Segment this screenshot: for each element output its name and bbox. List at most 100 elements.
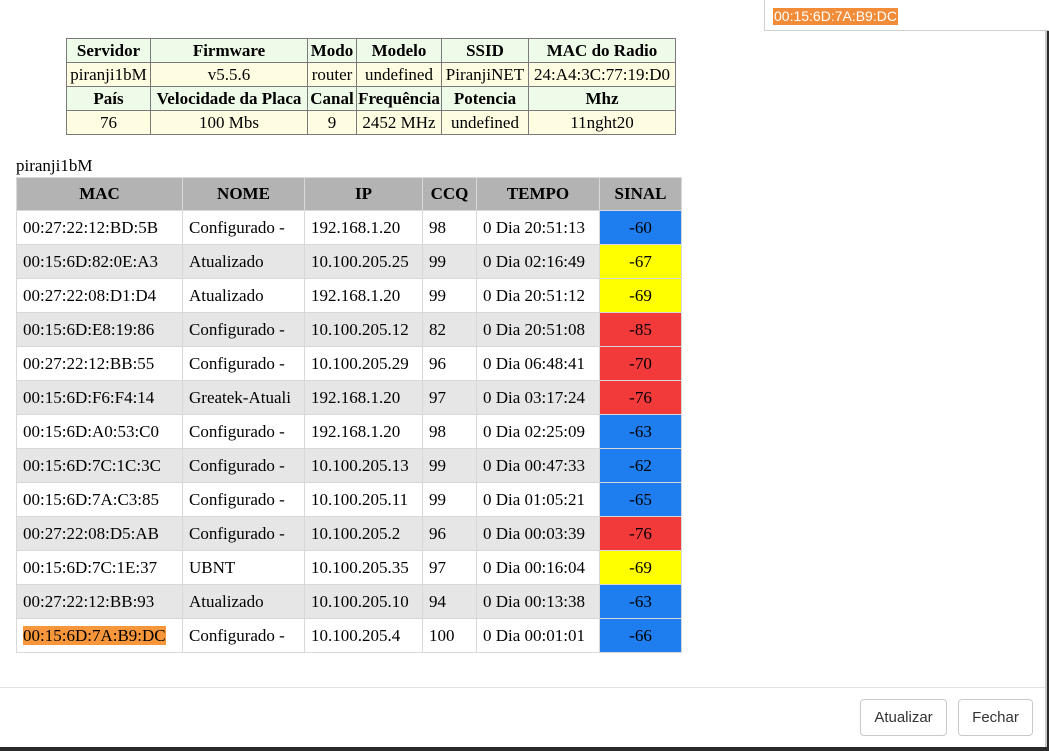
cell-mac: 00:27:22:12:BD:5B — [16, 210, 183, 245]
cell-tempo: 0 Dia 00:47:33 — [476, 448, 600, 483]
cell-mac: 00:27:22:12:BB:93 — [16, 584, 183, 619]
info-value: 100 Mbs — [150, 110, 308, 135]
cell-ip: 192.168.1.20 — [304, 278, 423, 313]
cell-ccq: 100 — [422, 618, 477, 653]
info-value: 76 — [66, 110, 151, 135]
info-header: Mhz — [528, 86, 676, 111]
info-header-row: Servidor Firmware Modo Modelo SSID MAC d… — [66, 38, 676, 63]
column-header-ccq: CCQ — [422, 177, 477, 211]
column-header-ip: IP — [304, 177, 423, 211]
cell-nome: Configurado - — [182, 618, 305, 653]
cell-mac: 00:15:6D:7C:1C:3C — [16, 448, 183, 483]
cell-mac: 00:15:6D:E8:19:86 — [16, 312, 183, 347]
cell-ccq: 98 — [422, 414, 477, 449]
cell-ccq: 99 — [422, 278, 477, 313]
cell-ip: 10.100.205.4 — [304, 618, 423, 653]
info-value: piranji1bM — [66, 62, 151, 87]
info-value: 24:A4:3C:77:19:D0 — [528, 62, 676, 87]
column-header-mac: MAC — [16, 177, 183, 211]
cell-mac: 00:15:6D:82:0E:A3 — [16, 244, 183, 279]
cell-ccq: 96 — [422, 346, 477, 381]
column-header-tempo: TEMPO — [476, 177, 600, 211]
cell-ccq: 94 — [422, 584, 477, 619]
info-value-row: 76 100 Mbs 9 2452 MHz undefined 11nght20 — [66, 110, 676, 135]
cell-ip: 192.168.1.20 — [304, 210, 423, 245]
info-header-row: País Velocidade da Placa Canal Frequênci… — [66, 86, 676, 111]
cell-sinal: -60 — [599, 210, 682, 245]
info-value: undefined — [441, 110, 529, 135]
cell-tempo: 0 Dia 01:05:21 — [476, 482, 600, 517]
info-value: 11nght20 — [528, 110, 676, 135]
cell-ip: 192.168.1.20 — [304, 380, 423, 415]
cell-nome: Configurado - — [182, 516, 305, 551]
server-info-table: Servidor Firmware Modo Modelo SSID MAC d… — [66, 38, 676, 135]
cell-ip: 10.100.205.2 — [304, 516, 423, 551]
info-value: v5.5.6 — [150, 62, 308, 87]
cell-nome: Configurado - — [182, 414, 305, 449]
cell-ip: 10.100.205.10 — [304, 584, 423, 619]
cell-ccq: 99 — [422, 244, 477, 279]
cell-nome: Configurado - — [182, 346, 305, 381]
table-row: 00:27:22:08:D1:D4 Atualizado 192.168.1.20 9… — [16, 278, 682, 313]
server-name-label: piranji1bM — [16, 156, 93, 175]
cell-sinal: -85 — [599, 312, 682, 347]
cell-ccq: 97 — [422, 550, 477, 585]
table-row: 00:15:6D:7C:1E:37 UBNT 10.100.205.35 97 0 Di… — [16, 550, 682, 585]
info-header: País — [66, 86, 151, 111]
close-button[interactable]: Fechar — [958, 699, 1033, 736]
cell-sinal: -76 — [599, 380, 682, 415]
info-header: MAC do Radio — [528, 38, 676, 63]
column-header-sinal: SINAL — [599, 177, 682, 211]
table-row: 00:27:22:12:BB:55 Configurado -10.100.205… — [16, 346, 682, 381]
cell-tempo: 0 Dia 03:17:24 — [476, 380, 600, 415]
cell-mac: 00:15:6D:A0:53:C0 — [16, 414, 183, 449]
find-bar[interactable]: 00:15:6D:7A:B9:DC — [764, 0, 1049, 31]
info-header: Potencia — [441, 86, 529, 111]
table-row: 00:15:6D:82:0E:A3 Atualizado 10.100.205.25… — [16, 244, 682, 279]
cell-ccq: 97 — [422, 380, 477, 415]
cell-ip: 192.168.1.20 — [304, 414, 423, 449]
table-row: 00:15:6D:F6:F4:14 Greatek-Atuali 192.168.1… — [16, 380, 682, 415]
footer-divider — [0, 687, 1045, 688]
cell-mac: 00:15:6D:F6:F4:14 — [16, 380, 183, 415]
cell-nome: Configurado - — [182, 482, 305, 517]
info-value: undefined — [356, 62, 442, 87]
find-input[interactable]: 00:15:6D:7A:B9:DC — [773, 8, 898, 25]
clients-table-body: 00:27:22:12:BD:5B Configurado -192.168.1.… — [16, 210, 682, 653]
cell-ip: 10.100.205.29 — [304, 346, 423, 381]
cell-sinal: -70 — [599, 346, 682, 381]
info-header: Firmware — [150, 38, 308, 63]
cell-ccq: 99 — [422, 482, 477, 517]
cell-mac: 00:27:22:08:D1:D4 — [16, 278, 183, 313]
cell-ip: 10.100.205.13 — [304, 448, 423, 483]
table-row: 00:27:22:12:BB:93 Atualizado 10.100.205.10… — [16, 584, 682, 619]
refresh-button[interactable]: Atualizar — [860, 699, 947, 736]
cell-ccq: 82 — [422, 312, 477, 347]
cell-mac: 00:27:22:12:BB:55 — [16, 346, 183, 381]
cell-mac: 00:27:22:08:D5:AB — [16, 516, 183, 551]
cell-ip: 10.100.205.12 — [304, 312, 423, 347]
cell-ip: 10.100.205.11 — [304, 482, 423, 517]
cell-sinal: -76 — [599, 516, 682, 551]
cell-tempo: 0 Dia 02:25:09 — [476, 414, 600, 449]
cell-nome: Atualizado — [182, 278, 305, 313]
info-header: Servidor — [66, 38, 151, 63]
cell-sinal: -69 — [599, 550, 682, 585]
cell-mac: 00:15:6D:7A:C3:85 — [16, 482, 183, 517]
info-value: 2452 MHz — [356, 110, 442, 135]
table-row: 00:27:22:12:BD:5B Configurado -192.168.1.… — [16, 210, 682, 245]
cell-sinal: -67 — [599, 244, 682, 279]
info-header: SSID — [441, 38, 529, 63]
cell-ccq: 96 — [422, 516, 477, 551]
clients-header-row: MAC NOME IP CCQ TEMPO SINAL — [16, 177, 682, 211]
cell-ccq: 99 — [422, 448, 477, 483]
cell-tempo: 0 Dia 00:13:38 — [476, 584, 600, 619]
cell-nome: Greatek-Atuali — [182, 380, 305, 415]
table-row: 00:15:6D:E8:19:86 Configurado -10.100.205… — [16, 312, 682, 347]
cell-ccq: 98 — [422, 210, 477, 245]
cell-ip: 10.100.205.25 — [304, 244, 423, 279]
table-row: 00:15:6D:7C:1C:3C Configurado -10.100.205… — [16, 448, 682, 483]
cell-tempo: 0 Dia 00:16:04 — [476, 550, 600, 585]
cell-sinal: -63 — [599, 584, 682, 619]
cell-sinal: -66 — [599, 618, 682, 653]
